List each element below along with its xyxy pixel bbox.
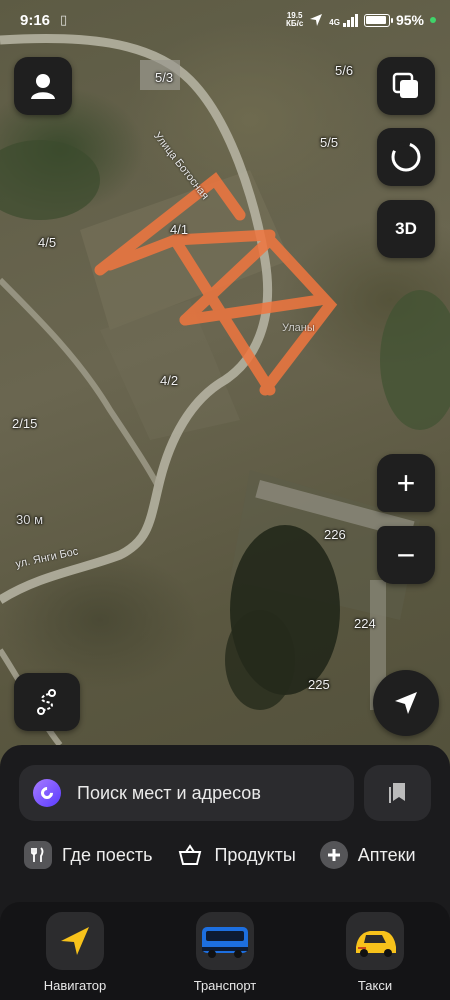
plus-icon: + — [396, 465, 416, 501]
layers-button[interactable] — [377, 57, 435, 115]
tab-label: Навигатор — [43, 978, 107, 993]
search-placeholder: Поиск мест и адресов — [77, 782, 261, 803]
status-bar: 9:16 ▯ 19.5 КБ/с 4G 95% — [0, 0, 450, 40]
layers-icon — [392, 72, 418, 98]
house-number: 4/5 — [38, 235, 57, 250]
basket-icon — [176, 841, 204, 869]
battery-percent: 95% — [395, 12, 424, 28]
3d-label: 3D — [395, 219, 417, 238]
bus-icon — [196, 912, 254, 970]
signal-icon: 4G — [329, 13, 358, 27]
house-number: 5/6 — [335, 63, 354, 78]
battery-icon — [363, 13, 393, 27]
navigation-arrow-icon — [395, 692, 417, 714]
privacy-dot — [430, 17, 436, 23]
house-number: 2/15 — [12, 416, 38, 431]
house-number: 226 — [324, 527, 346, 542]
tab-label: Транспорт — [193, 978, 257, 993]
user-icon — [31, 74, 55, 99]
minus-icon: − — [396, 537, 416, 573]
3d-button[interactable]: 3D — [377, 200, 435, 258]
bookmarks-icon — [388, 783, 405, 803]
category-chip-groceries[interactable]: Продукты — [176, 841, 296, 869]
house-number: 224 — [354, 616, 376, 631]
category-chip-food[interactable]: Где поесть — [24, 841, 152, 869]
house-number: 225 — [308, 677, 330, 692]
category-label: Аптеки — [357, 844, 416, 865]
category-label: Где поесть — [62, 844, 153, 865]
bottom-tabs: Навигатор Транспорт Такси — [0, 902, 450, 1000]
house-number: 4/2 — [160, 373, 179, 388]
search-input[interactable]: Поиск мест и адресов — [19, 765, 354, 821]
zoom-in-button[interactable]: + — [377, 454, 435, 512]
compass-icon — [391, 141, 421, 172]
my-location-button[interactable] — [373, 670, 439, 736]
category-label: Продукты — [214, 844, 296, 865]
route-icon — [37, 689, 56, 715]
compass-button[interactable] — [377, 128, 435, 186]
navigator-icon — [46, 912, 104, 970]
route-button[interactable] — [14, 673, 80, 731]
taxi-icon — [346, 912, 404, 970]
tab-label: Такси — [357, 978, 393, 993]
house-number: 5/3 — [155, 70, 174, 85]
tab-taxi[interactable]: Такси — [320, 912, 430, 993]
category-chips: Где поесть Продукты Аптеки — [24, 841, 416, 869]
profile-button[interactable] — [14, 57, 72, 115]
house-number: 5/5 — [320, 135, 339, 150]
alice-voice-icon[interactable] — [33, 779, 61, 807]
tab-transport[interactable]: Транспорт — [170, 912, 280, 993]
bookmarks-button[interactable] — [364, 765, 431, 821]
scale-label: 30 м — [16, 512, 44, 527]
pharmacy-cross-icon — [319, 841, 348, 869]
status-time: 9:16 — [20, 11, 51, 29]
tab-navigator[interactable]: Навигатор — [20, 912, 130, 993]
street-label: Уланы — [282, 322, 315, 334]
category-chip-pharmacy[interactable]: Аптеки — [319, 841, 416, 869]
location-status-icon — [310, 14, 323, 26]
fork-knife-icon — [24, 841, 52, 869]
sim-icon: ▯ — [60, 12, 68, 27]
zoom-out-button[interactable]: − — [377, 526, 435, 584]
network-speed: 19.5 КБ/с — [285, 11, 304, 28]
house-number: 4/1 — [170, 222, 189, 237]
